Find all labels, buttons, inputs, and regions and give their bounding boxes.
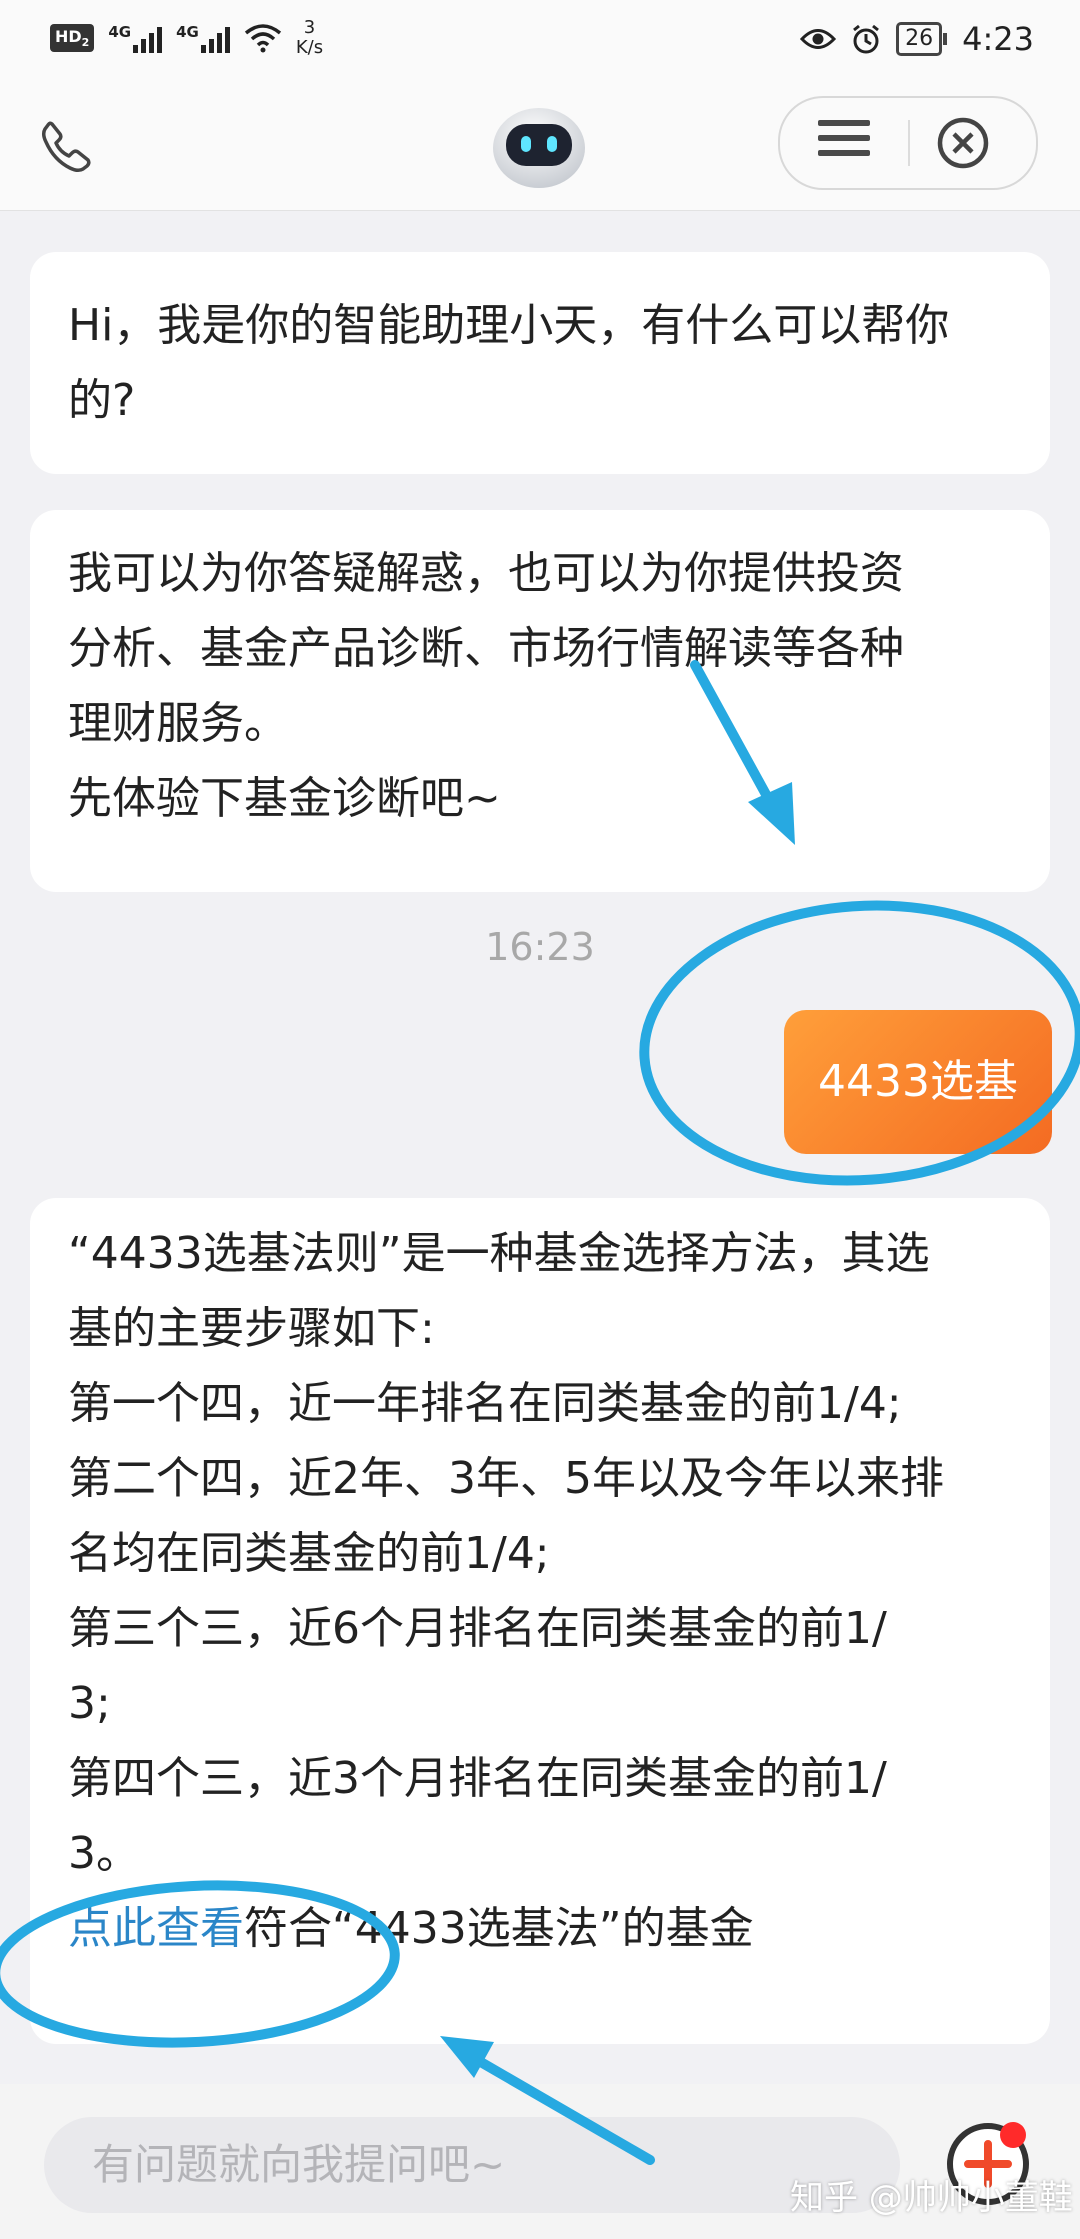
bot-text-line: 3; <box>68 1678 111 1729</box>
fund-link-line: 点此查看符合“4433选基法”的基金 <box>68 1891 1012 1966</box>
bot-text-line: 先体验下基金诊断吧~ <box>68 773 501 824</box>
close-icon[interactable] <box>936 116 990 170</box>
bot-text-line: 第四个三，近3个月排名在同类基金的前1/ <box>68 1753 887 1804</box>
wifi-icon <box>244 24 281 53</box>
message-timestamp: 16:23 <box>485 925 595 969</box>
alarm-icon <box>853 24 880 54</box>
menu-capsule <box>778 96 1038 190</box>
watermark: 知乎 @帅帅小董鞋 <box>790 2178 1073 2218</box>
bot-text-line: 分析、基金产品诊断、市场行情解读等各种 <box>68 623 904 674</box>
notification-dot <box>1000 2122 1026 2148</box>
bot-message: Hi，我是你的智能助理小天，有什么可以帮你的? <box>30 252 1050 474</box>
fund-link-suffix: 符合“4433选基法”的基金 <box>244 1903 754 1954</box>
bot-text-line: 3。 <box>68 1828 140 1879</box>
status-bar: HD2 4G 4G 3 K/s 26 4:23 <box>0 0 1080 82</box>
phone-icon[interactable] <box>38 118 94 174</box>
bot-text-line: 基的主要步骤如下: <box>68 1303 435 1354</box>
network-speed: 3 K/s <box>295 17 324 58</box>
bot-text-line: 第三个三，近6个月排名在同类基金的前1/ <box>68 1603 887 1654</box>
menu-button[interactable] <box>818 120 870 166</box>
bot-message: 我可以为你答疑解惑，也可以为你提供投资 分析、基金产品诊断、市场行情解读等各种 … <box>30 510 1050 892</box>
chat-area[interactable]: Hi，我是你的智能助理小天，有什么可以帮你的? 我可以为你答疑解惑，也可以为你提… <box>0 210 1080 2080</box>
battery-icon: 26 <box>896 22 948 56</box>
capsule-divider <box>908 120 910 166</box>
bot-text-line: 名均在同类基金的前1/4; <box>68 1528 550 1579</box>
hd-voice-icon: HD2 <box>50 23 95 53</box>
bot-text-line: “4433选基法则”是一种基金选择方法，其选 <box>68 1228 930 1279</box>
question-input[interactable]: 有问题就向我提问吧~ <box>44 2117 900 2213</box>
bot-text-line: 理财服务。 <box>68 698 288 749</box>
bot-text-line: 我可以为你答疑解惑，也可以为你提供投资 <box>68 548 904 599</box>
status-left: HD2 4G 4G 3 K/s <box>50 18 323 58</box>
bot-text-line: 第二个四，近2年、3年、5年以及今年以来排 <box>68 1453 944 1504</box>
bot-text-line: 第一个四，近一年排名在同类基金的前1/4; <box>68 1378 902 1429</box>
view-funds-link[interactable]: 点此查看 <box>68 1903 244 1954</box>
eye-icon <box>800 29 837 49</box>
bot-message: “4433选基法则”是一种基金选择方法，其选 基的主要步骤如下: 第一个四，近一… <box>30 1198 1050 2044</box>
assistant-avatar <box>493 108 585 188</box>
signal-icon: 4G <box>108 23 163 53</box>
status-right: 26 4:23 <box>800 20 1034 58</box>
top-bar <box>0 82 1080 211</box>
clock: 4:23 <box>962 20 1034 58</box>
signal-icon: 4G <box>176 23 230 53</box>
bot-intro-text: Hi，我是你的智能助理小天，有什么可以帮你的? <box>68 300 950 426</box>
user-message: 4433选基 <box>784 1010 1052 1154</box>
